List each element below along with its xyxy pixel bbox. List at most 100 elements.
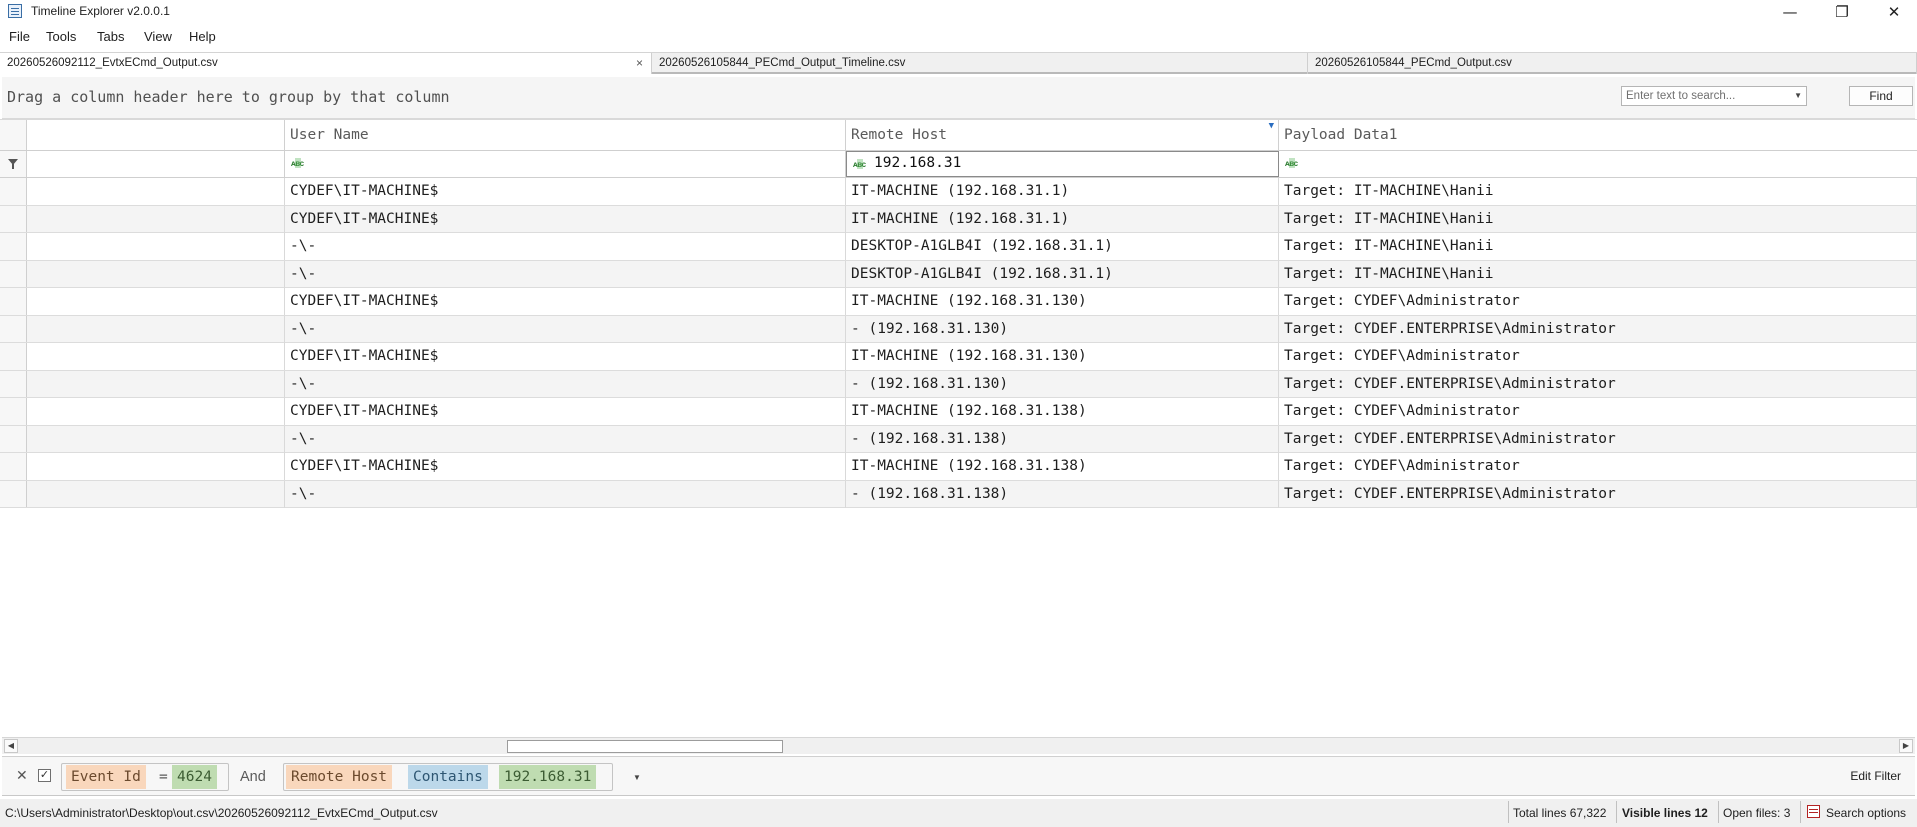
cell-user-name[interactable]: -\-: [285, 315, 846, 343]
cell-payload-data1[interactable]: Target: CYDEF.ENTERPRISE\Administrator: [1279, 315, 1917, 343]
cell-remote-host[interactable]: - (192.168.31.130): [846, 315, 1279, 343]
cell-remote-host[interactable]: IT-MACHINE (192.168.31.130): [846, 288, 1279, 315]
cell-remote-host[interactable]: DESKTOP-A1GLB4I (192.168.31.1): [846, 233, 1279, 260]
cell-remote-host[interactable]: IT-MACHINE (192.168.31.1): [846, 205, 1279, 233]
data-grid[interactable]: User Name Remote Host ▼ Payload Data1 ᴀʙ…: [0, 119, 1917, 739]
cell-user-name[interactable]: -\-: [285, 233, 846, 260]
column-header-hidden[interactable]: [27, 120, 285, 150]
cell-hidden-column[interactable]: [27, 315, 285, 343]
tab-evtxecmd-output[interactable]: 20260526092112_EvtxECmd_Output.csv ×: [0, 53, 652, 74]
cell-remote-host[interactable]: IT-MACHINE (192.168.31.138): [846, 453, 1279, 480]
cell-user-name[interactable]: -\-: [285, 480, 846, 508]
edit-filter-button[interactable]: Edit Filter: [1850, 769, 1901, 783]
table-row[interactable]: CYDEF\IT-MACHINE$ IT-MACHINE (192.168.31.…: [0, 178, 1917, 206]
cell-user-name[interactable]: -\-: [285, 425, 846, 453]
scroll-left-arrow-icon[interactable]: ◀: [4, 739, 18, 753]
cell-payload-data1[interactable]: Target: CYDEF.ENTERPRISE\Administrator: [1279, 370, 1917, 398]
cell-payload-data1[interactable]: Target: CYDEF.ENTERPRISE\Administrator: [1279, 480, 1917, 508]
cell-user-name[interactable]: CYDEF\IT-MACHINE$: [285, 343, 846, 370]
cell-user-name[interactable]: CYDEF\IT-MACHINE$: [285, 453, 846, 480]
menu-tabs[interactable]: Tabs: [97, 29, 124, 44]
menu-help[interactable]: Help: [189, 29, 216, 44]
filter-cell-remote-host[interactable]: ᴀʙᴄ 192.168.31: [846, 151, 1279, 177]
table-row[interactable]: CYDEF\IT-MACHINE$ IT-MACHINE (192.168.31.…: [0, 343, 1917, 371]
table-row[interactable]: CYDEF\IT-MACHINE$ IT-MACHINE (192.168.31.…: [0, 398, 1917, 426]
filter-conjunction[interactable]: And: [235, 765, 271, 789]
filter-cell-user-name[interactable]: ᴀʙᴄ: [285, 151, 846, 177]
cell-hidden-column[interactable]: [27, 343, 285, 370]
cell-payload-data1[interactable]: Target: IT-MACHINE\Hanii: [1279, 178, 1917, 205]
cell-payload-data1[interactable]: Target: CYDEF.ENTERPRISE\Administrator: [1279, 425, 1917, 453]
enable-filter-checkbox[interactable]: ✓: [38, 769, 51, 782]
table-row[interactable]: -\- DESKTOP-A1GLB4I (192.168.31.1) Target:…: [0, 260, 1917, 288]
cell-user-name[interactable]: -\-: [285, 260, 846, 288]
cell-payload-data1[interactable]: Target: IT-MACHINE\Hanii: [1279, 233, 1917, 260]
table-row[interactable]: -\- - (192.168.31.130) Target: CYDEF.ENTER…: [0, 315, 1917, 343]
cell-user-name[interactable]: CYDEF\IT-MACHINE$: [285, 398, 846, 425]
cell-hidden-column[interactable]: [27, 480, 285, 508]
menu-view[interactable]: View: [144, 29, 172, 44]
cell-payload-data1[interactable]: Target: IT-MACHINE\Hanii: [1279, 260, 1917, 288]
cell-user-name[interactable]: CYDEF\IT-MACHINE$: [285, 288, 846, 315]
column-header-user-name[interactable]: User Name: [285, 120, 846, 150]
table-row[interactable]: -\- - (192.168.31.138) Target: CYDEF.ENTER…: [0, 425, 1917, 453]
tab-pecmd-output[interactable]: 20260526105844_PECmd_Output.csv: [1308, 53, 1917, 74]
cell-hidden-column[interactable]: [27, 398, 285, 425]
cell-payload-data1[interactable]: Target: CYDEF\Administrator: [1279, 453, 1917, 480]
filter-operator-contains[interactable]: Contains: [408, 765, 488, 789]
column-header-payload-data1[interactable]: Payload Data1: [1279, 120, 1917, 150]
cell-user-name[interactable]: CYDEF\IT-MACHINE$: [285, 178, 846, 205]
filter-cell-payload-data1[interactable]: ᴀʙᴄ: [1279, 151, 1917, 177]
search-options-button[interactable]: Search options: [1826, 806, 1906, 820]
cell-remote-host[interactable]: IT-MACHINE (192.168.31.138): [846, 398, 1279, 425]
dropdown-arrow-icon[interactable]: ▼: [633, 773, 641, 782]
filter-value-ip[interactable]: 192.168.31: [499, 765, 597, 789]
clear-filter-icon[interactable]: ✕: [16, 767, 28, 784]
cell-hidden-column[interactable]: [27, 233, 285, 260]
menu-tools[interactable]: Tools: [46, 29, 76, 44]
menu-file[interactable]: File: [9, 29, 30, 44]
cell-remote-host[interactable]: - (192.168.31.130): [846, 370, 1279, 398]
horizontal-scrollbar[interactable]: ◀ ▶: [2, 737, 1915, 754]
restore-button[interactable]: ❐: [1819, 0, 1865, 24]
scroll-right-arrow-icon[interactable]: ▶: [1899, 739, 1913, 753]
filter-field-event-id[interactable]: Event Id: [66, 765, 146, 789]
filter-field-remote-host[interactable]: Remote Host: [286, 765, 393, 789]
filter-value-4624[interactable]: 4624: [172, 765, 217, 789]
cell-hidden-column[interactable]: [27, 370, 285, 398]
minimize-button[interactable]: —: [1767, 0, 1813, 24]
tab-close-icon[interactable]: ×: [636, 53, 643, 73]
search-options-icon[interactable]: [1807, 805, 1820, 818]
cell-user-name[interactable]: -\-: [285, 370, 846, 398]
cell-payload-data1[interactable]: Target: IT-MACHINE\Hanii: [1279, 205, 1917, 233]
group-by-panel[interactable]: Drag a column header here to group by th…: [2, 77, 1915, 119]
table-row[interactable]: -\- DESKTOP-A1GLB4I (192.168.31.1) Target:…: [0, 233, 1917, 261]
table-row[interactable]: CYDEF\IT-MACHINE$ IT-MACHINE (192.168.31.…: [0, 205, 1917, 233]
cell-hidden-column[interactable]: [27, 425, 285, 453]
cell-payload-data1[interactable]: Target: CYDEF\Administrator: [1279, 288, 1917, 315]
column-header-remote-host[interactable]: Remote Host ▼: [846, 120, 1279, 150]
find-button[interactable]: Find: [1849, 86, 1913, 106]
cell-remote-host[interactable]: - (192.168.31.138): [846, 425, 1279, 453]
filter-operator-equals[interactable]: =: [154, 765, 173, 789]
cell-user-name[interactable]: CYDEF\IT-MACHINE$: [285, 205, 846, 233]
table-row[interactable]: -\- - (192.168.31.138) Target: CYDEF.ENTER…: [0, 480, 1917, 508]
cell-remote-host[interactable]: IT-MACHINE (192.168.31.1): [846, 178, 1279, 205]
dropdown-arrow-icon[interactable]: ▼: [1794, 87, 1802, 105]
cell-remote-host[interactable]: - (192.168.31.138): [846, 480, 1279, 508]
table-row[interactable]: CYDEF\IT-MACHINE$ IT-MACHINE (192.168.31.…: [0, 453, 1917, 481]
cell-hidden-column[interactable]: [27, 260, 285, 288]
cell-hidden-column[interactable]: [27, 288, 285, 315]
table-row[interactable]: -\- - (192.168.31.130) Target: CYDEF.ENTER…: [0, 370, 1917, 398]
tab-pecmd-timeline[interactable]: 20260526105844_PECmd_Output_Timeline.csv: [652, 53, 1308, 74]
cell-payload-data1[interactable]: Target: CYDEF\Administrator: [1279, 398, 1917, 425]
cell-hidden-column[interactable]: [27, 178, 285, 205]
filter-cell-hidden[interactable]: [27, 151, 285, 177]
scroll-thumb[interactable]: [507, 740, 783, 753]
search-input[interactable]: Enter text to search... ▼: [1621, 86, 1807, 106]
cell-remote-host[interactable]: DESKTOP-A1GLB4I (192.168.31.1): [846, 260, 1279, 288]
cell-payload-data1[interactable]: Target: CYDEF\Administrator: [1279, 343, 1917, 370]
close-button[interactable]: ✕: [1871, 0, 1917, 24]
cell-hidden-column[interactable]: [27, 453, 285, 480]
cell-hidden-column[interactable]: [27, 205, 285, 233]
